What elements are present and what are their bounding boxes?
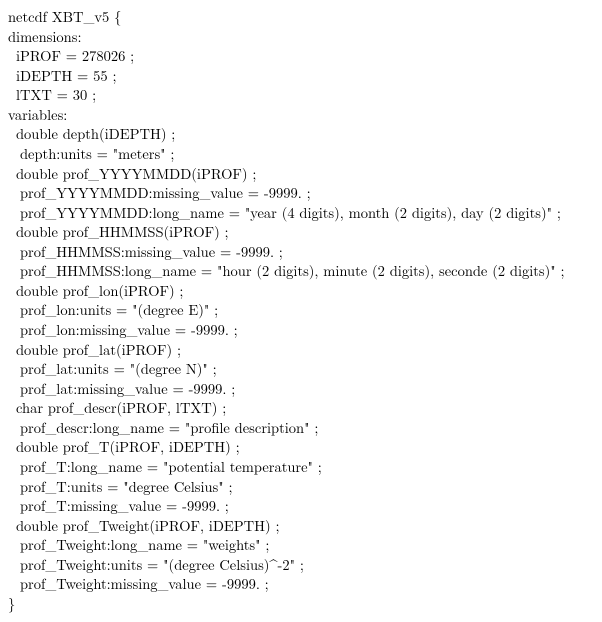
- var-descr-long: prof_descr:long_name = "profile descript…: [8, 419, 594, 439]
- var-lat-decl: double prof_lat(iPROF) ;: [8, 341, 594, 361]
- var-tweight-units: prof_Tweight:units = "(degree Celsius)^-…: [8, 556, 594, 576]
- var-lon-missing: prof_lon:missing_value = -9999. ;: [8, 321, 594, 341]
- var-lat-missing: prof_lat:missing_value = -9999. ;: [8, 380, 594, 400]
- var-lat-units: prof_lat:units = "(degree N)" ;: [8, 360, 594, 380]
- var-yyyymmdd-long: prof_YYYYMMDD:long_name = "year (4 digit…: [8, 204, 594, 224]
- var-tweight-missing: prof_Tweight:missing_value = -9999. ;: [8, 575, 594, 595]
- var-hhmmss-long: prof_HHMMSS:long_name = "hour (2 digits)…: [8, 262, 594, 282]
- var-yyyymmdd-decl: double prof_YYYYMMDD(iPROF) ;: [8, 165, 594, 185]
- var-hhmmss-missing: prof_HHMMSS:missing_value = -9999. ;: [8, 243, 594, 263]
- variables-header: variables:: [8, 106, 594, 126]
- var-t-decl: double prof_T(iPROF, iDEPTH) ;: [8, 438, 594, 458]
- netcdf-close-line: }: [8, 595, 594, 615]
- var-t-missing: prof_T:missing_value = -9999. ;: [8, 497, 594, 517]
- var-hhmmss-decl: double prof_HHMMSS(iPROF) ;: [8, 223, 594, 243]
- netcdf-open-line: netcdf XBT_v5 {: [8, 8, 594, 28]
- dim-iprof: iPROF = 278026 ;: [8, 47, 594, 67]
- dim-ltxt: lTXT = 30 ;: [8, 86, 594, 106]
- var-yyyymmdd-missing: prof_YYYYMMDD:missing_value = -9999. ;: [8, 184, 594, 204]
- var-lon-units: prof_lon:units = "(degree E)" ;: [8, 301, 594, 321]
- var-t-units: prof_T:units = "degree Celsius" ;: [8, 478, 594, 498]
- var-descr-decl: char prof_descr(iPROF, lTXT) ;: [8, 399, 594, 419]
- var-depth-units: depth:units = "meters" ;: [8, 145, 594, 165]
- netcdf-dump-block: netcdf XBT_v5 { dimensions: iPROF = 2780…: [0, 0, 602, 622]
- dim-idepth: iDEPTH = 55 ;: [8, 67, 594, 87]
- var-tweight-long: prof_Tweight:long_name = "weights" ;: [8, 536, 594, 556]
- dimensions-header: dimensions:: [8, 28, 594, 48]
- var-t-long: prof_T:long_name = "potential temperatur…: [8, 458, 594, 478]
- var-tweight-decl: double prof_Tweight(iPROF, iDEPTH) ;: [8, 517, 594, 537]
- var-depth-decl: double depth(iDEPTH) ;: [8, 125, 594, 145]
- var-lon-decl: double prof_lon(iPROF) ;: [8, 282, 594, 302]
